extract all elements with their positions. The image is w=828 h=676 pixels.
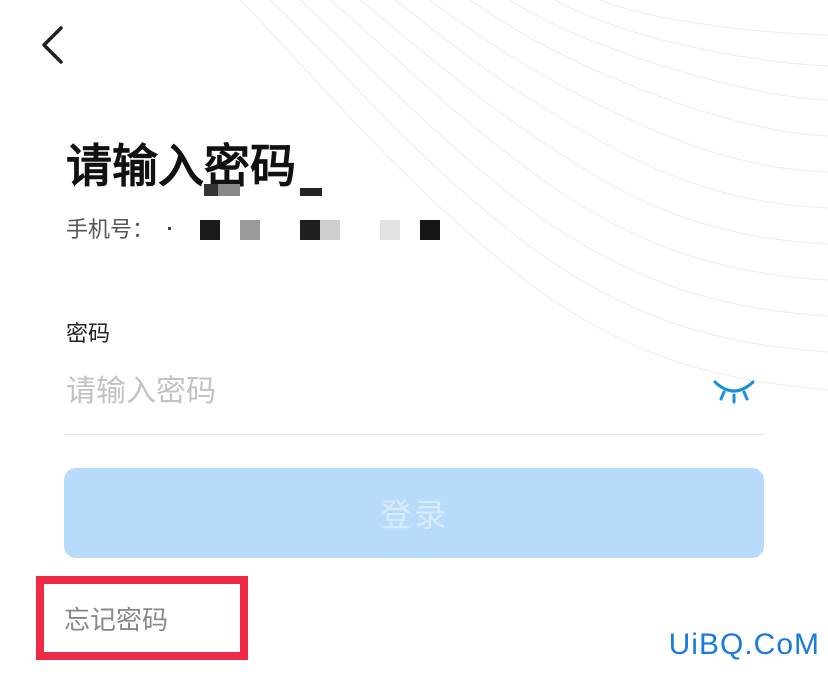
- input-underline: [64, 434, 764, 435]
- redaction-mark: [218, 184, 240, 196]
- password-label: 密码: [66, 322, 111, 347]
- phone-separator-dot: [168, 226, 172, 230]
- forgot-password-link[interactable]: 忘记密码: [64, 603, 168, 639]
- chevron-left-icon: [42, 26, 63, 64]
- password-visibility-toggle[interactable]: [710, 372, 758, 406]
- phone-number-row: 手机号：: [66, 212, 172, 244]
- redaction-mark: [300, 188, 322, 196]
- phone-mask-block: [300, 220, 320, 240]
- background-wave-pattern: [239, 0, 828, 391]
- phone-mask-block: [320, 220, 340, 240]
- page-title: 请输入密码: [66, 139, 296, 193]
- phone-mask-block: [420, 220, 440, 240]
- phone-label: 手机号：: [66, 218, 155, 243]
- back-button[interactable]: [36, 20, 76, 70]
- watermark: UiBQ.CoM: [668, 628, 820, 661]
- phone-mask-block: [200, 220, 220, 240]
- phone-mask-block: [240, 220, 260, 240]
- eye-closed-icon: [713, 380, 755, 404]
- phone-mask-block: [380, 220, 400, 240]
- login-button[interactable]: 登录: [64, 468, 764, 558]
- password-input[interactable]: [66, 366, 686, 416]
